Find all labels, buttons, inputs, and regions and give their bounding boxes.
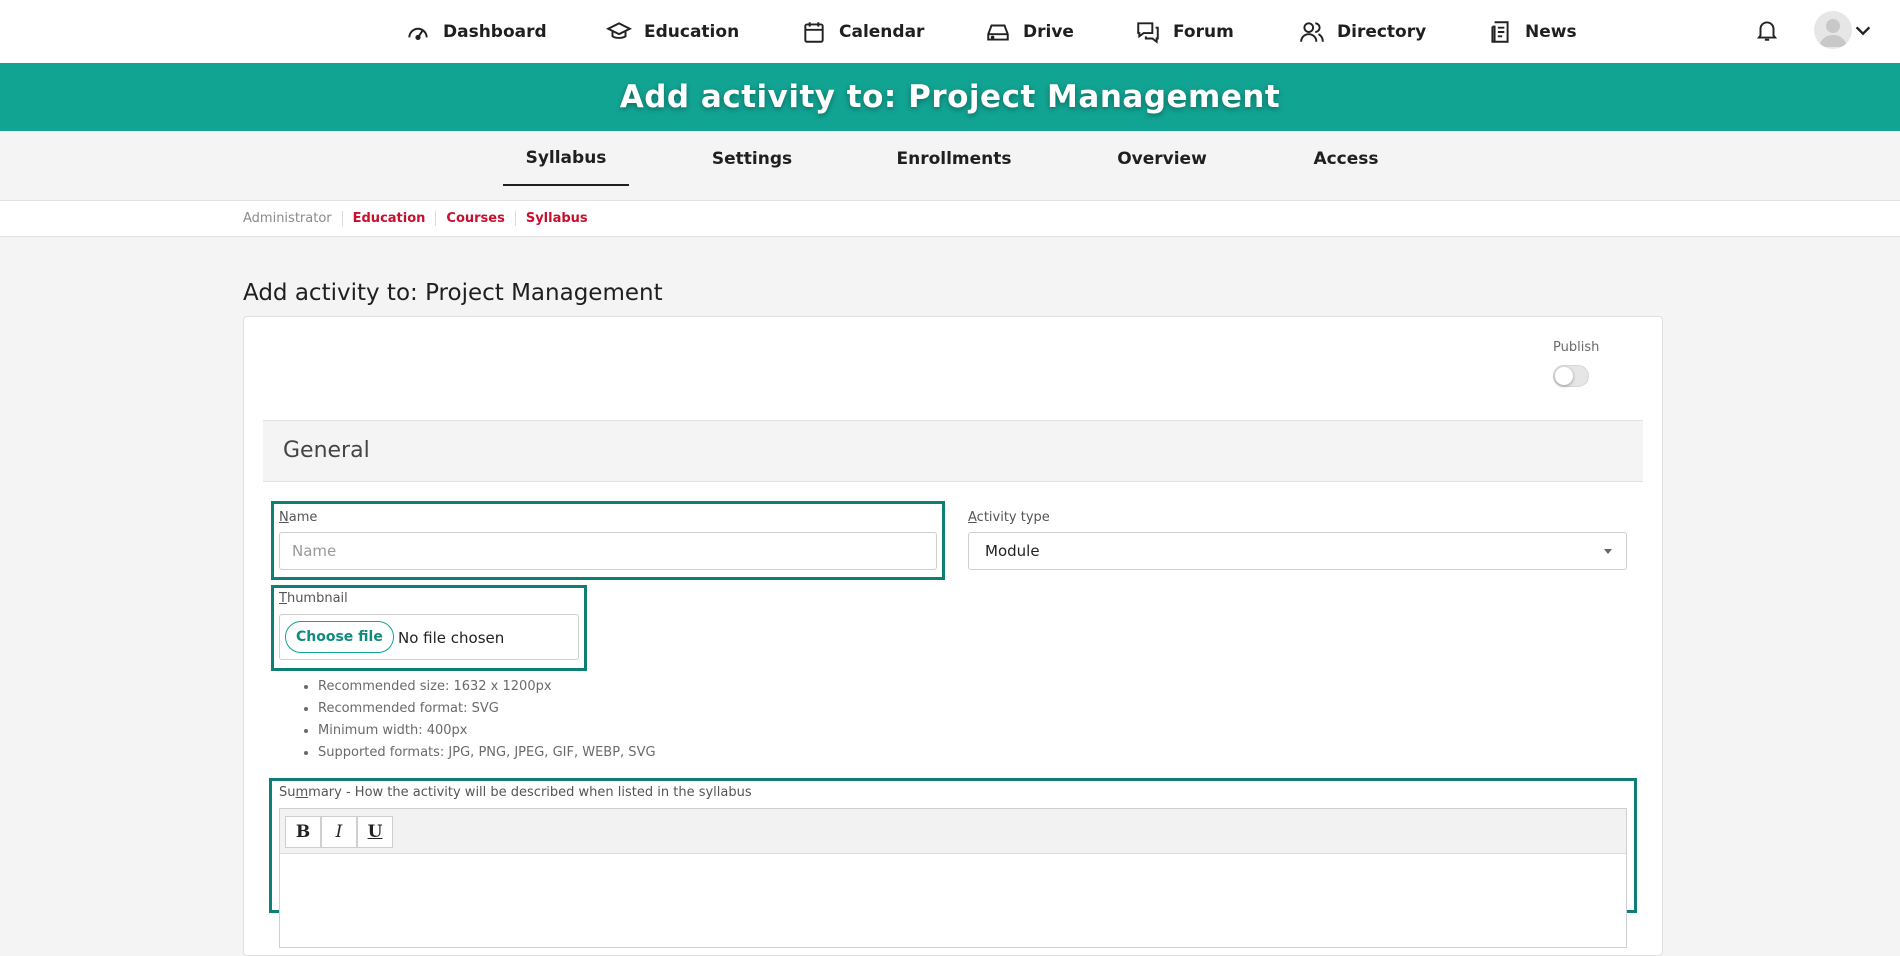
graduation-cap-icon [606, 21, 632, 39]
thumbnail-label: Thumbnail [279, 591, 348, 606]
summary-label: Summary - How the activity will be descr… [279, 785, 752, 800]
hint-item: Recommended format: SVG [318, 698, 656, 720]
breadcrumb-courses[interactable]: Courses [435, 211, 514, 226]
chevron-down-icon[interactable] [1852, 20, 1874, 42]
choose-file-button[interactable]: Choose file [285, 621, 394, 653]
tab-enrollments[interactable]: Enrollments [890, 131, 1018, 186]
thumbnail-hints: Recommended size: 1632 x 1200px Recommen… [318, 676, 656, 764]
activity-type-value: Module [985, 542, 1040, 560]
general-section-header: General [263, 420, 1643, 482]
banner-title: Add activity to: Project Management [619, 79, 1281, 115]
drive-icon [987, 24, 1009, 41]
calendar-icon [804, 21, 824, 43]
nav-news[interactable]: News [1487, 0, 1577, 63]
publish-toggle-knob [1555, 367, 1573, 385]
hint-item: Recommended size: 1632 x 1200px [318, 676, 656, 698]
nav-calendar-label: Calendar [839, 21, 925, 42]
nav-drive[interactable]: Drive [985, 0, 1074, 63]
top-navigation: Dashboard Education Calendar Drive Forum… [0, 0, 1900, 63]
tab-access[interactable]: Access [1300, 131, 1392, 186]
activity-type-label: Activity type [968, 510, 1050, 525]
nav-education[interactable]: Education [606, 0, 739, 63]
nav-calendar[interactable]: Calendar [801, 0, 924, 63]
breadcrumb-syllabus[interactable]: Syllabus [514, 211, 598, 226]
user-avatar-icon [1819, 19, 1847, 47]
summary-text-area[interactable] [280, 854, 1626, 949]
breadcrumb-education[interactable]: Education [341, 211, 436, 226]
tab-overview[interactable]: Overview [1110, 131, 1214, 186]
publish-label: Publish [1553, 340, 1600, 355]
summary-editor: B I U [279, 808, 1627, 948]
user-avatar[interactable] [1814, 11, 1852, 49]
news-icon [1491, 20, 1509, 43]
nav-news-label: News [1525, 21, 1577, 42]
italic-button[interactable]: I [321, 816, 357, 848]
tab-settings[interactable]: Settings [700, 131, 804, 186]
file-status: No file chosen [398, 629, 505, 647]
section-title: General [283, 438, 370, 463]
dashboard-icon [408, 27, 428, 40]
bold-button[interactable]: B [285, 816, 321, 848]
underline-button[interactable]: U [357, 816, 393, 848]
publish-toggle[interactable] [1553, 365, 1589, 387]
tab-syllabus[interactable]: Syllabus [503, 131, 629, 186]
name-input[interactable] [279, 532, 937, 570]
users-icon [1300, 21, 1324, 42]
breadcrumb: Administrator Education Courses Syllabus [0, 201, 1900, 237]
hint-item: Supported formats: JPG, PNG, JPEG, GIF, … [318, 742, 656, 764]
forum-icon [1137, 21, 1159, 44]
nav-directory[interactable]: Directory [1299, 0, 1426, 63]
nav-dashboard[interactable]: Dashboard [405, 0, 547, 63]
breadcrumb-administrator: Administrator [243, 211, 332, 226]
course-tabs: Syllabus Settings Enrollments Overview A… [0, 131, 1900, 201]
nav-forum-label: Forum [1173, 21, 1234, 42]
nav-directory-label: Directory [1337, 21, 1427, 42]
bell-icon[interactable] [1754, 16, 1780, 44]
nav-dashboard-label: Dashboard [443, 21, 547, 42]
activity-type-select[interactable]: Module [968, 532, 1627, 570]
nav-education-label: Education [644, 21, 740, 42]
name-label: Name [279, 510, 318, 525]
nav-forum[interactable]: Forum [1135, 0, 1234, 63]
editor-toolbar: B I U [280, 809, 1626, 854]
nav-drive-label: Drive [1023, 21, 1074, 42]
hint-item: Minimum width: 400px [318, 720, 656, 742]
page-title: Add activity to: Project Management [243, 280, 663, 306]
caret-down-icon [1604, 549, 1612, 554]
page-banner: Add activity to: Project Management [0, 63, 1900, 131]
thumbnail-file-input: Choose file No file chosen [279, 614, 579, 660]
